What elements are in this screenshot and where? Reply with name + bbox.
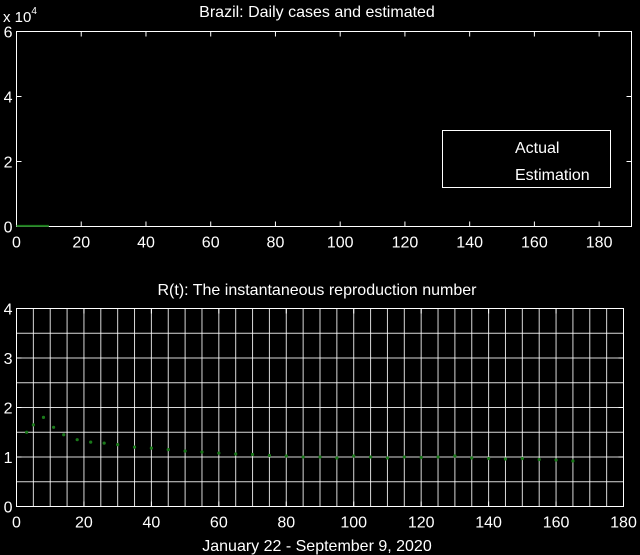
x-tick-label: 0 bbox=[12, 235, 21, 252]
y-tick-label: 1 bbox=[4, 450, 13, 467]
data-point bbox=[284, 454, 288, 458]
data-point bbox=[250, 452, 255, 457]
data-point bbox=[132, 445, 137, 449]
figure: Brazil: Daily cases and estimated x 104 … bbox=[0, 0, 640, 555]
data-point bbox=[41, 415, 46, 419]
data-point bbox=[554, 458, 558, 462]
data-point bbox=[571, 459, 575, 463]
data-point bbox=[335, 456, 339, 460]
legend-entry: Estimation bbox=[515, 167, 590, 184]
y-tick-label: 3 bbox=[4, 351, 13, 368]
x-tick-label: 20 bbox=[72, 235, 90, 252]
x-tick-label: 120 bbox=[392, 235, 419, 252]
data-point bbox=[385, 456, 390, 460]
y-tick-label: 2 bbox=[4, 401, 13, 418]
data-point bbox=[318, 455, 322, 459]
data-point bbox=[89, 440, 93, 444]
data-point bbox=[368, 455, 373, 459]
data-point bbox=[31, 423, 35, 427]
data-point bbox=[503, 457, 508, 461]
x-tick-label: 80 bbox=[267, 235, 285, 252]
data-point bbox=[267, 453, 272, 458]
data-point bbox=[436, 455, 440, 459]
x-tick-label: 160 bbox=[543, 515, 570, 532]
x-tick-label: 40 bbox=[137, 235, 155, 252]
data-point bbox=[402, 455, 406, 459]
x-tick-label: 40 bbox=[142, 515, 160, 532]
y-tick-label: 2 bbox=[4, 155, 13, 172]
y-exponent-base: x 10 bbox=[3, 9, 31, 26]
data-point bbox=[487, 456, 491, 461]
data-point bbox=[419, 455, 423, 460]
data-point bbox=[116, 443, 120, 447]
y-tick-label: 4 bbox=[4, 90, 13, 107]
data-point bbox=[166, 447, 170, 452]
x-tick-label: 100 bbox=[327, 235, 354, 252]
data-point bbox=[25, 430, 29, 434]
y-tick-label: 6 bbox=[4, 25, 13, 42]
x-tick-label: 120 bbox=[408, 515, 435, 532]
x-tick-label: 180 bbox=[586, 235, 613, 252]
x-tick-label: 0 bbox=[12, 515, 21, 532]
x-tick-label: 20 bbox=[75, 515, 93, 532]
data-point bbox=[217, 451, 221, 455]
data-point bbox=[149, 446, 153, 450]
x-tick-label: 60 bbox=[202, 235, 220, 252]
y-tick-label: 4 bbox=[4, 302, 13, 319]
data-point bbox=[537, 457, 541, 462]
data-point bbox=[51, 425, 56, 429]
data-point bbox=[200, 450, 204, 454]
data-point bbox=[234, 452, 238, 456]
y-tick-label: 0 bbox=[4, 500, 13, 517]
x-axis-label: January 22 - September 9, 2020 bbox=[202, 538, 432, 555]
data-point bbox=[62, 433, 66, 437]
data-point bbox=[75, 438, 79, 442]
x-tick-label: 80 bbox=[277, 515, 295, 532]
data-point bbox=[352, 454, 356, 458]
x-tick-label: 140 bbox=[456, 235, 483, 252]
chart-title: R(t): The instantaneous reproduction num… bbox=[158, 282, 478, 299]
x-tick-label: 160 bbox=[521, 235, 548, 252]
chart-title: Brazil: Daily cases and estimated bbox=[199, 4, 435, 21]
data-point bbox=[453, 454, 457, 458]
data-point bbox=[301, 455, 305, 459]
data-point bbox=[102, 441, 106, 445]
x-tick-label: 140 bbox=[475, 515, 502, 532]
data-point bbox=[520, 456, 524, 461]
y-tick-label: 0 bbox=[4, 220, 13, 237]
data-point bbox=[470, 456, 474, 460]
x-tick-label: 100 bbox=[340, 515, 367, 532]
x-tick-label: 60 bbox=[210, 515, 228, 532]
x-tick-label: 180 bbox=[610, 515, 637, 532]
legend-entry: Actual bbox=[515, 140, 559, 157]
y-exponent-power: 4 bbox=[31, 6, 37, 17]
data-point bbox=[183, 449, 187, 453]
